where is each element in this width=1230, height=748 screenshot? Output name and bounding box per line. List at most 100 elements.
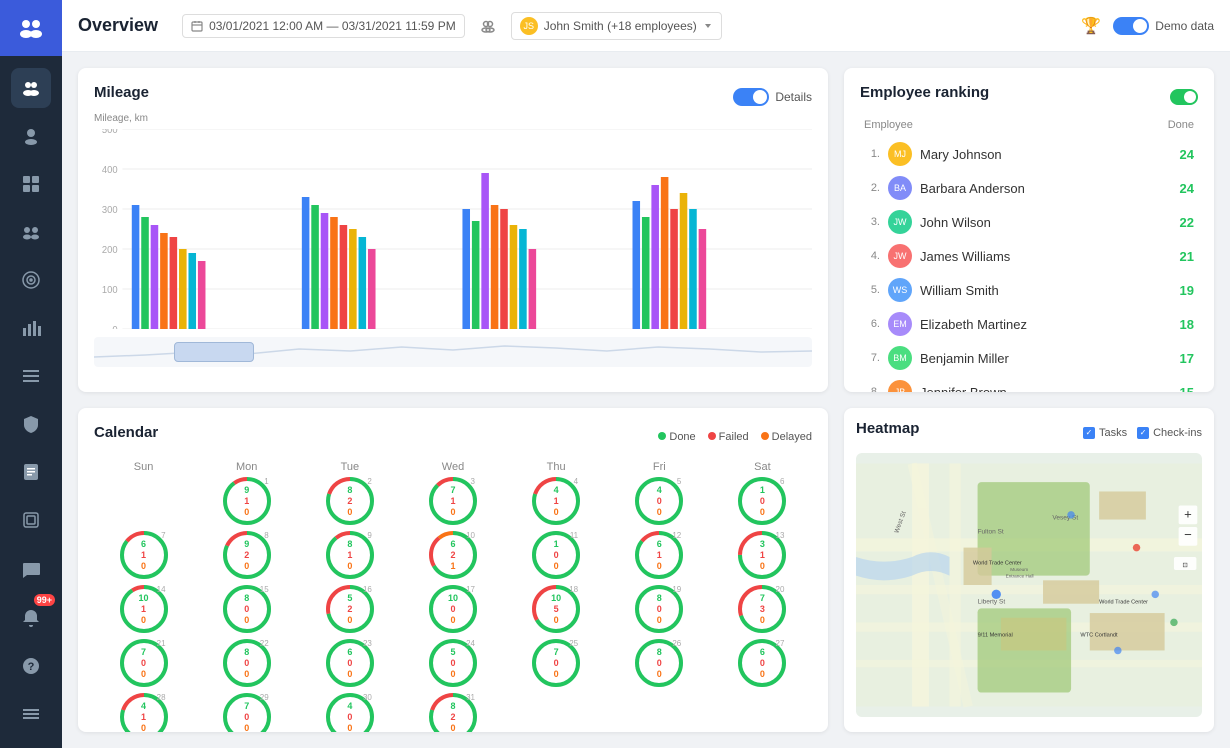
calendar-cell[interactable]: 10011 [507, 529, 606, 581]
calendar-cell[interactable]: 82031 [403, 691, 502, 732]
calendar-cell-donut[interactable]: 50024 [427, 637, 479, 689]
calendar-cell[interactable]: 8202 [300, 475, 399, 527]
ranking-row[interactable]: 3. JW John Wilson 22 [860, 205, 1198, 239]
calendar-cell-donut[interactable]: 4104 [530, 475, 582, 527]
calendar-cell[interactable]: 105018 [507, 583, 606, 635]
calendar-cell[interactable]: 80022 [197, 637, 296, 689]
ranking-row[interactable]: 8. JB Jennifer Brown 15 [860, 375, 1198, 392]
sidebar-item-chat[interactable] [11, 550, 51, 590]
calendar-cell-donut[interactable]: 7103 [427, 475, 479, 527]
calendar-cell-donut[interactable]: 6107 [118, 529, 170, 581]
calendar-cell-donut[interactable]: 8109 [324, 529, 376, 581]
calendar-cell[interactable]: 80019 [610, 583, 709, 635]
calendar-cell-donut[interactable]: 82031 [427, 691, 479, 732]
calendar-cell[interactable]: 8109 [300, 529, 399, 581]
mileage-toggle[interactable] [733, 88, 769, 106]
calendar-cell[interactable]: 70025 [507, 637, 606, 689]
ranking-row[interactable]: 4. JW James Williams 21 [860, 239, 1198, 273]
calendar-cell-donut[interactable]: 8202 [324, 475, 376, 527]
calendar-cell[interactable]: 60027 [713, 637, 812, 689]
calendar-cell-donut[interactable]: 70029 [221, 691, 273, 732]
calendar-cell-donut[interactable]: 60023 [324, 637, 376, 689]
calendar-cell[interactable]: 4104 [507, 475, 606, 527]
calendar-cell[interactable]: 31013 [713, 529, 812, 581]
sidebar-item-help[interactable]: ? [11, 646, 51, 686]
calendar-cell[interactable]: 50024 [403, 637, 502, 689]
calendar-cell-donut[interactable]: 101014 [118, 583, 170, 635]
calendar-cell-donut[interactable]: 100017 [427, 583, 479, 635]
delayed-count: 0 [551, 614, 561, 625]
ranking-row[interactable]: 2. BA Barbara Anderson 24 [860, 171, 1198, 205]
calendar-cell-donut[interactable]: 61012 [633, 529, 685, 581]
calendar-cell-donut[interactable]: 70025 [530, 637, 582, 689]
calendar-cell-donut[interactable]: 60027 [736, 637, 788, 689]
calendar-cell-donut[interactable]: 52016 [324, 583, 376, 635]
calendar-cell-donut[interactable]: 80022 [221, 637, 273, 689]
calendar-cell[interactable]: 80026 [610, 637, 709, 689]
calendar-cell-donut[interactable]: 80026 [633, 637, 685, 689]
calendar-cell[interactable]: 101014 [94, 583, 193, 635]
minimap-handle[interactable] [174, 342, 254, 362]
calendar-cell[interactable]: 4005 [610, 475, 709, 527]
calendar-cell[interactable]: 100017 [403, 583, 502, 635]
calendar-cell-donut[interactable]: 9101 [221, 475, 273, 527]
ranking-row[interactable]: 6. EM Elizabeth Martinez 18 [860, 307, 1198, 341]
calendar-cell[interactable]: 70021 [94, 637, 193, 689]
calendar-cell-donut[interactable]: 10011 [530, 529, 582, 581]
calendar-cell[interactable]: 62110 [403, 529, 502, 581]
tasks-checkbox[interactable]: ✓ Tasks [1083, 427, 1127, 439]
calendar-cell[interactable]: 73020 [713, 583, 812, 635]
sidebar-item-user[interactable] [11, 116, 51, 156]
calendar-cell[interactable]: 40030 [300, 691, 399, 732]
sidebar-logo[interactable] [0, 0, 62, 56]
date-range-picker[interactable]: 03/01/2021 12:00 AM — 03/31/2021 11:59 P… [182, 14, 465, 38]
calendar-cell[interactable]: 70029 [197, 691, 296, 732]
chart-minimap[interactable] [94, 337, 812, 367]
calendar-cell-donut[interactable]: 1006 [736, 475, 788, 527]
sidebar-item-people[interactable] [11, 212, 51, 252]
calendar-cell[interactable]: 41028 [94, 691, 193, 732]
sidebar-item-note[interactable] [11, 452, 51, 492]
sidebar-item-menu[interactable] [11, 694, 51, 734]
sidebar-item-bell[interactable]: 99+ [11, 598, 51, 638]
calendar-cell[interactable]: 6107 [94, 529, 193, 581]
date-number: 2 [367, 477, 371, 486]
calendar-cell-donut[interactable]: 41028 [118, 691, 170, 732]
ranking-row[interactable]: 5. WS William Smith 19 [860, 273, 1198, 307]
sidebar-item-team[interactable] [11, 68, 51, 108]
calendar-cell[interactable]: 9101 [197, 475, 296, 527]
calendar-cell-donut[interactable]: 105018 [530, 583, 582, 635]
sidebar-item-shield[interactable] [11, 404, 51, 444]
ranking-row[interactable]: 7. BM Benjamin Miller 17 [860, 341, 1198, 375]
calendar-cell[interactable]: 1006 [713, 475, 812, 527]
calendar-cell-donut[interactable]: 4005 [633, 475, 685, 527]
employee-score: 24 [1180, 147, 1194, 162]
sidebar-item-layers[interactable] [11, 500, 51, 540]
calendar-cell-donut[interactable]: 9208 [221, 529, 273, 581]
toggle-switch[interactable] [1113, 17, 1149, 35]
calendar-cell[interactable]: 7103 [403, 475, 502, 527]
sidebar-item-list[interactable] [11, 356, 51, 396]
calendar-cell-donut[interactable]: 73020 [736, 583, 788, 635]
details-toggle[interactable]: Details [733, 88, 812, 106]
calendar-cell-donut[interactable]: 80015 [221, 583, 273, 635]
calendar-cell-donut[interactable]: 80019 [633, 583, 685, 635]
checkins-checkbox[interactable]: ✓ Check-ins [1137, 427, 1202, 439]
ranking-row[interactable]: 1. MJ Mary Johnson 24 [860, 137, 1198, 171]
calendar-cell[interactable]: 80015 [197, 583, 296, 635]
calendar-cell[interactable]: 61012 [610, 529, 709, 581]
sidebar-item-dashboard[interactable] [11, 164, 51, 204]
calendar-cell-donut[interactable]: 62110 [427, 529, 479, 581]
calendar-cell[interactable]: 9208 [197, 529, 296, 581]
ranking-toggle[interactable] [1170, 89, 1198, 105]
calendar-cell[interactable]: 52016 [300, 583, 399, 635]
calendar-cell-donut[interactable]: 31013 [736, 529, 788, 581]
user-selector[interactable]: JS John Smith (+18 employees) [511, 12, 722, 40]
demo-data-toggle[interactable]: Demo data [1113, 17, 1214, 35]
calendar-cell-donut[interactable]: 40030 [324, 691, 376, 732]
sidebar-item-chart[interactable] [11, 308, 51, 348]
calendar-cell-donut[interactable]: 70021 [118, 637, 170, 689]
map-container[interactable]: West St Fulton St Vesey St Liberty St Wo… [856, 453, 1202, 717]
calendar-cell[interactable]: 60023 [300, 637, 399, 689]
sidebar-item-target[interactable] [11, 260, 51, 300]
